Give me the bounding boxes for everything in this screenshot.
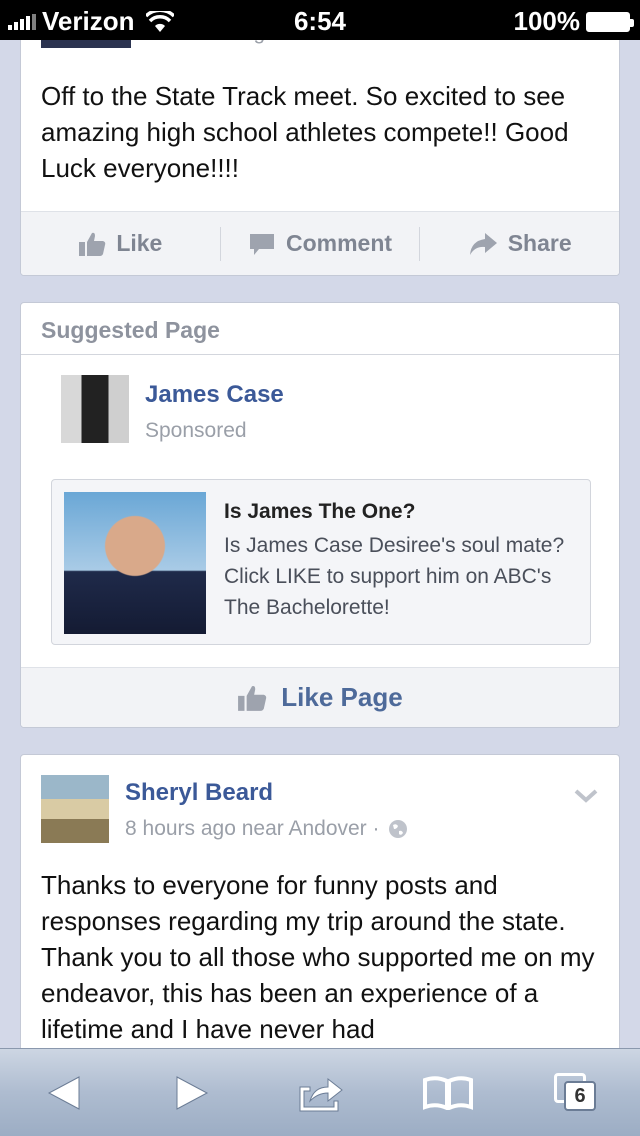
- post-card: Sheryl Beard 8 hours ago near Andover · …: [20, 754, 620, 1054]
- battery-group: 100%: [513, 6, 634, 37]
- post-action-bar: Like Comment Share: [21, 211, 619, 275]
- author-avatar[interactable]: [41, 775, 109, 843]
- suggested-page-title: Suggested Page: [21, 303, 619, 355]
- bookmarks-button[interactable]: [413, 1063, 483, 1123]
- share-action-icon: [299, 1077, 343, 1111]
- suggested-page-card: Suggested Page James Case Sponsored Is J…: [20, 302, 620, 728]
- browser-toolbar: 6: [0, 1048, 640, 1136]
- sponsored-label: Sponsored: [145, 419, 247, 442]
- comment-icon: [249, 233, 274, 255]
- post-text: Thanks to everyone for funny posts and r…: [41, 870, 595, 1044]
- battery-icon: [586, 11, 634, 32]
- share-label: Share: [507, 230, 572, 256]
- share-action-button[interactable]: [285, 1063, 355, 1123]
- back-button[interactable]: [29, 1063, 99, 1123]
- comment-button[interactable]: Comment: [219, 226, 420, 261]
- like-button[interactable]: Like: [21, 227, 220, 261]
- forward-arrow-icon: [176, 1075, 209, 1110]
- thumbs-up-icon: [238, 685, 267, 711]
- page-name-link[interactable]: James Case: [145, 381, 284, 409]
- globe-icon: [388, 820, 407, 838]
- post-meta: 8 hours ago near Andover ·: [125, 817, 408, 841]
- tab-count-badge: 6: [564, 1080, 596, 1111]
- like-page-label: Like Page: [281, 682, 403, 712]
- book-icon: [423, 1075, 473, 1110]
- ad-description: Is James Case Desiree's soul mate? Click…: [224, 534, 565, 619]
- share-arrow-icon: [469, 232, 497, 255]
- status-bar: Verizon 6:54 100%: [0, 0, 640, 40]
- forward-button[interactable]: [157, 1063, 227, 1123]
- share-button[interactable]: Share: [419, 226, 619, 261]
- battery-percent: 100%: [513, 6, 581, 36]
- author-name-link[interactable]: Sheryl Beard: [125, 779, 273, 807]
- page-avatar[interactable]: [61, 375, 129, 443]
- post-meta-text: 8 hours ago near Andover ·: [125, 817, 380, 840]
- tabs-icon: 6: [554, 1072, 598, 1113]
- ad-title[interactable]: Is James The One?: [224, 500, 415, 524]
- back-arrow-icon: [47, 1075, 80, 1110]
- tabs-button[interactable]: 6: [541, 1063, 611, 1123]
- post-card: 3 minutes ago Off to the State Track mee…: [20, 20, 620, 276]
- thumbs-up-icon: [79, 232, 106, 256]
- post-text: Off to the State Track meet. So excited …: [41, 81, 569, 183]
- ad-box[interactable]: Is James The One? Is James Case Desiree'…: [51, 479, 591, 645]
- chevron-down-icon[interactable]: [573, 787, 599, 805]
- ad-image[interactable]: [64, 492, 206, 634]
- like-label: Like: [116, 230, 163, 256]
- comment-label: Comment: [285, 230, 393, 256]
- like-page-button[interactable]: Like Page: [21, 667, 619, 727]
